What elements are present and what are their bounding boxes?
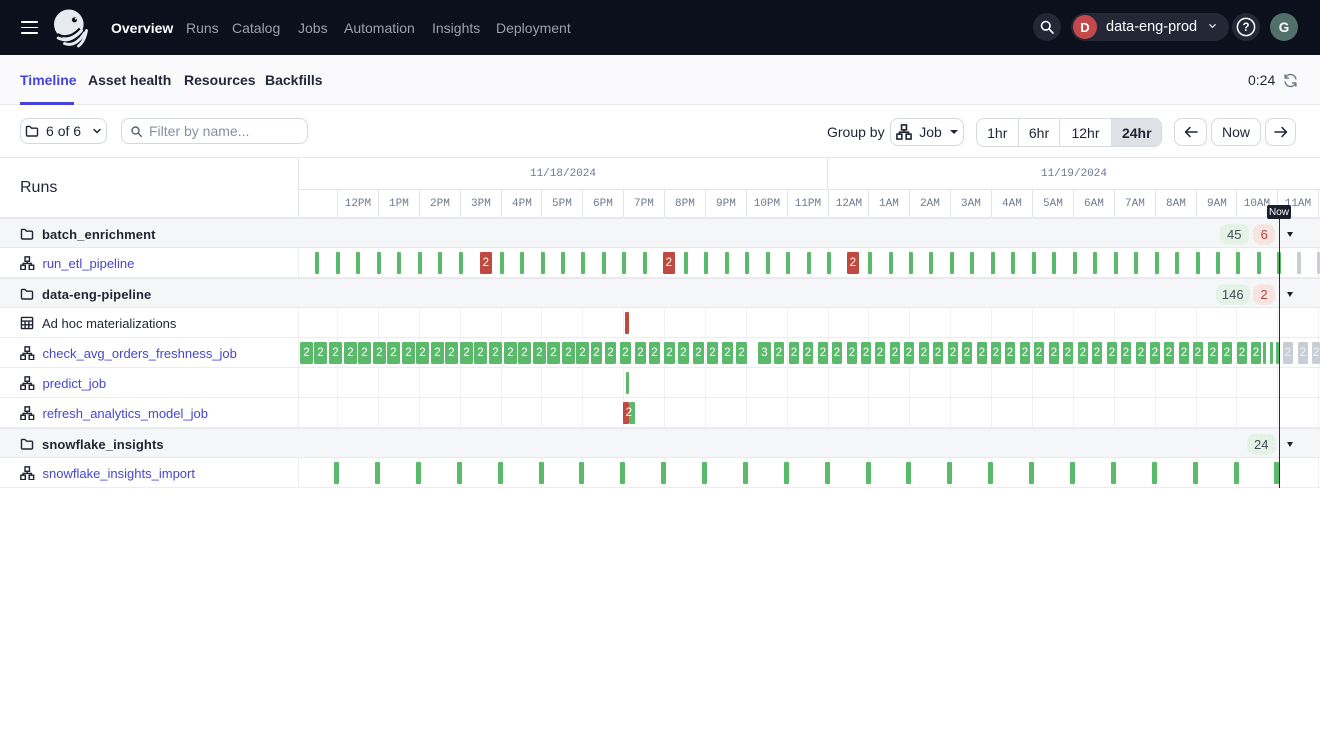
- svg-text:?: ?: [1242, 22, 1249, 34]
